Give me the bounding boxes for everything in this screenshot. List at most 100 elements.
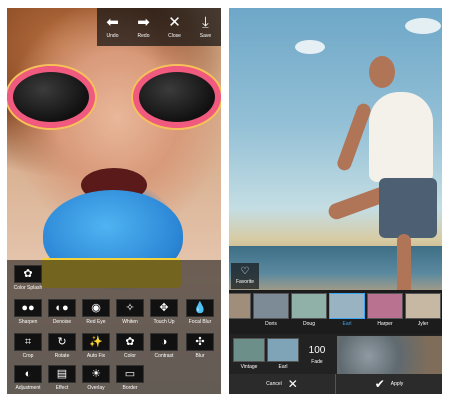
save-label: Save bbox=[199, 33, 212, 39]
filter-thumbnail bbox=[291, 293, 327, 319]
undo-button[interactable]: ⬅ Undo bbox=[97, 8, 128, 46]
bottom-bar: Cancel ✕ ✔ Apply bbox=[229, 374, 442, 394]
sharpen-icon: ●● bbox=[14, 299, 42, 317]
top-toolbar: ⬅ Undo ➡ Redo ✕ Close ⤓ Save bbox=[97, 8, 221, 46]
filter-thumbnail bbox=[367, 293, 403, 319]
tool-label: Red Eye bbox=[86, 319, 106, 325]
tool-label: Color bbox=[124, 353, 136, 359]
touch-up-icon: ✥ bbox=[150, 299, 178, 317]
apply-button[interactable]: ✔ Apply bbox=[336, 374, 442, 394]
drop-icon: 💧 bbox=[186, 299, 214, 317]
cloud bbox=[405, 18, 441, 34]
photo-rocks bbox=[337, 336, 442, 376]
photo-sunglass-left bbox=[7, 66, 95, 128]
photo-man-shirt bbox=[369, 92, 433, 182]
blur-icon: ✣ bbox=[186, 333, 214, 351]
cloud bbox=[295, 40, 325, 54]
apply-label: Apply bbox=[390, 381, 404, 387]
filter-thumbnail bbox=[253, 293, 289, 319]
filter-label: Doug bbox=[303, 321, 315, 327]
favorite-button[interactable]: ♡ Favorite bbox=[231, 263, 259, 289]
fade-control[interactable]: 100 Fade bbox=[301, 338, 333, 372]
denoise-icon: ◐● bbox=[48, 299, 76, 317]
photo-man-arm bbox=[335, 101, 373, 173]
filter-label: Harper bbox=[377, 321, 393, 327]
adjustment-icon: ◐ bbox=[14, 365, 42, 383]
close-icon: ✕ bbox=[287, 377, 298, 391]
sparkle-icon: ✧ bbox=[116, 299, 144, 317]
favorite-label: Favorite bbox=[235, 279, 255, 285]
fade-value: 100 bbox=[308, 345, 326, 356]
tool-label: Overlay bbox=[87, 385, 105, 391]
photo-man-shorts bbox=[379, 178, 437, 238]
tool-panel: ✿ Color Splash ●● Sharpen ◐● Denoise ◉ R… bbox=[7, 260, 221, 394]
tool-label: Auto Fix bbox=[86, 353, 106, 359]
filter-thumbnail bbox=[405, 293, 441, 319]
filter-strip: DorisDougEarlHarperJylerKev bbox=[229, 290, 442, 334]
undo-label: Undo bbox=[106, 33, 119, 39]
overlay-icon: ☀ bbox=[82, 365, 110, 383]
border-icon: ▭ bbox=[116, 365, 144, 383]
tool-label: Effect bbox=[55, 385, 69, 391]
redo-label: Redo bbox=[137, 33, 150, 39]
filter-doris[interactable]: Doris bbox=[253, 293, 289, 331]
filter-label: Doris bbox=[265, 321, 277, 327]
rotate-icon: ↻ bbox=[48, 333, 76, 351]
filter-thumbnail bbox=[229, 293, 251, 319]
tool-label: Denoise bbox=[52, 319, 72, 325]
redo-button[interactable]: ➡ Redo bbox=[128, 8, 159, 46]
sub-filter-vintage[interactable]: Vintage bbox=[233, 338, 265, 372]
tool-blur[interactable]: ✣ Blur bbox=[179, 330, 221, 362]
tool-label: Border bbox=[122, 385, 138, 391]
heart-icon: ♡ bbox=[240, 266, 250, 277]
right-phone-screen: ♡ Favorite DorisDougEarlHarperJylerKev V… bbox=[229, 8, 442, 394]
arrow-right-icon: ➡ bbox=[137, 14, 150, 31]
close-icon: ✕ bbox=[168, 14, 181, 31]
filter-doug[interactable]: Doug bbox=[291, 293, 327, 331]
save-icon: ⤓ bbox=[202, 14, 209, 31]
cancel-button[interactable]: Cancel ✕ bbox=[229, 374, 335, 394]
tool-label: Sharpen bbox=[18, 319, 38, 325]
arrow-left-icon: ⬅ bbox=[106, 14, 119, 31]
effect-icon: ▤ bbox=[48, 365, 76, 383]
close-label: Close bbox=[168, 33, 181, 39]
check-icon: ✔ bbox=[374, 377, 385, 391]
cancel-label: Cancel bbox=[266, 381, 282, 387]
filter-label: Vintage bbox=[240, 364, 258, 370]
filter-label: Jyler bbox=[417, 321, 429, 327]
color-icon: ✿ bbox=[116, 333, 144, 351]
sub-filter-earl[interactable]: Earl bbox=[267, 338, 299, 372]
tool-label: Touch Up bbox=[153, 319, 175, 325]
close-button[interactable]: ✕ Close bbox=[159, 8, 190, 46]
filter-jyler[interactable]: Jyler bbox=[405, 293, 441, 331]
magic-wand-icon: ✨ bbox=[82, 333, 110, 351]
crop-icon: ⌗ bbox=[14, 333, 42, 351]
filter-thumbnail bbox=[233, 338, 265, 362]
tool-label: Contrast bbox=[154, 353, 174, 359]
photo-man-head bbox=[369, 56, 395, 88]
tool-border[interactable]: ▭ Border bbox=[109, 362, 151, 394]
tool-label: Blur bbox=[195, 353, 205, 359]
save-button[interactable]: ⤓ Save bbox=[190, 8, 221, 46]
tool-focal-blur[interactable]: 💧 Focal Blur bbox=[179, 296, 221, 328]
tool-label: Crop bbox=[22, 353, 34, 359]
filter-item[interactable] bbox=[229, 293, 251, 331]
photo-man-leg bbox=[397, 234, 411, 296]
filter-thumbnail bbox=[267, 338, 299, 362]
filter-thumbnail bbox=[329, 293, 365, 319]
contrast-icon: ◑ bbox=[150, 333, 178, 351]
left-phone-screen: ⬅ Undo ➡ Redo ✕ Close ⤓ Save ✿ Color Spl… bbox=[7, 8, 221, 394]
tool-label: Adjustment bbox=[15, 385, 41, 391]
tool-label: Focal Blur bbox=[188, 319, 212, 325]
photo-sunglass-right bbox=[133, 66, 221, 128]
tool-label: Color Splash bbox=[13, 285, 43, 291]
tool-color-splash[interactable]: ✿ Color Splash bbox=[7, 262, 49, 294]
tool-label: Rotate bbox=[54, 353, 70, 359]
fade-label: Fade bbox=[311, 359, 323, 365]
filter-label: Earl bbox=[342, 321, 352, 327]
filter-label: Earl bbox=[278, 364, 288, 370]
color-splash-icon: ✿ bbox=[14, 265, 42, 283]
filter-earl[interactable]: Earl bbox=[329, 293, 365, 331]
tool-label: Whiten bbox=[122, 319, 138, 325]
filter-harper[interactable]: Harper bbox=[367, 293, 403, 331]
